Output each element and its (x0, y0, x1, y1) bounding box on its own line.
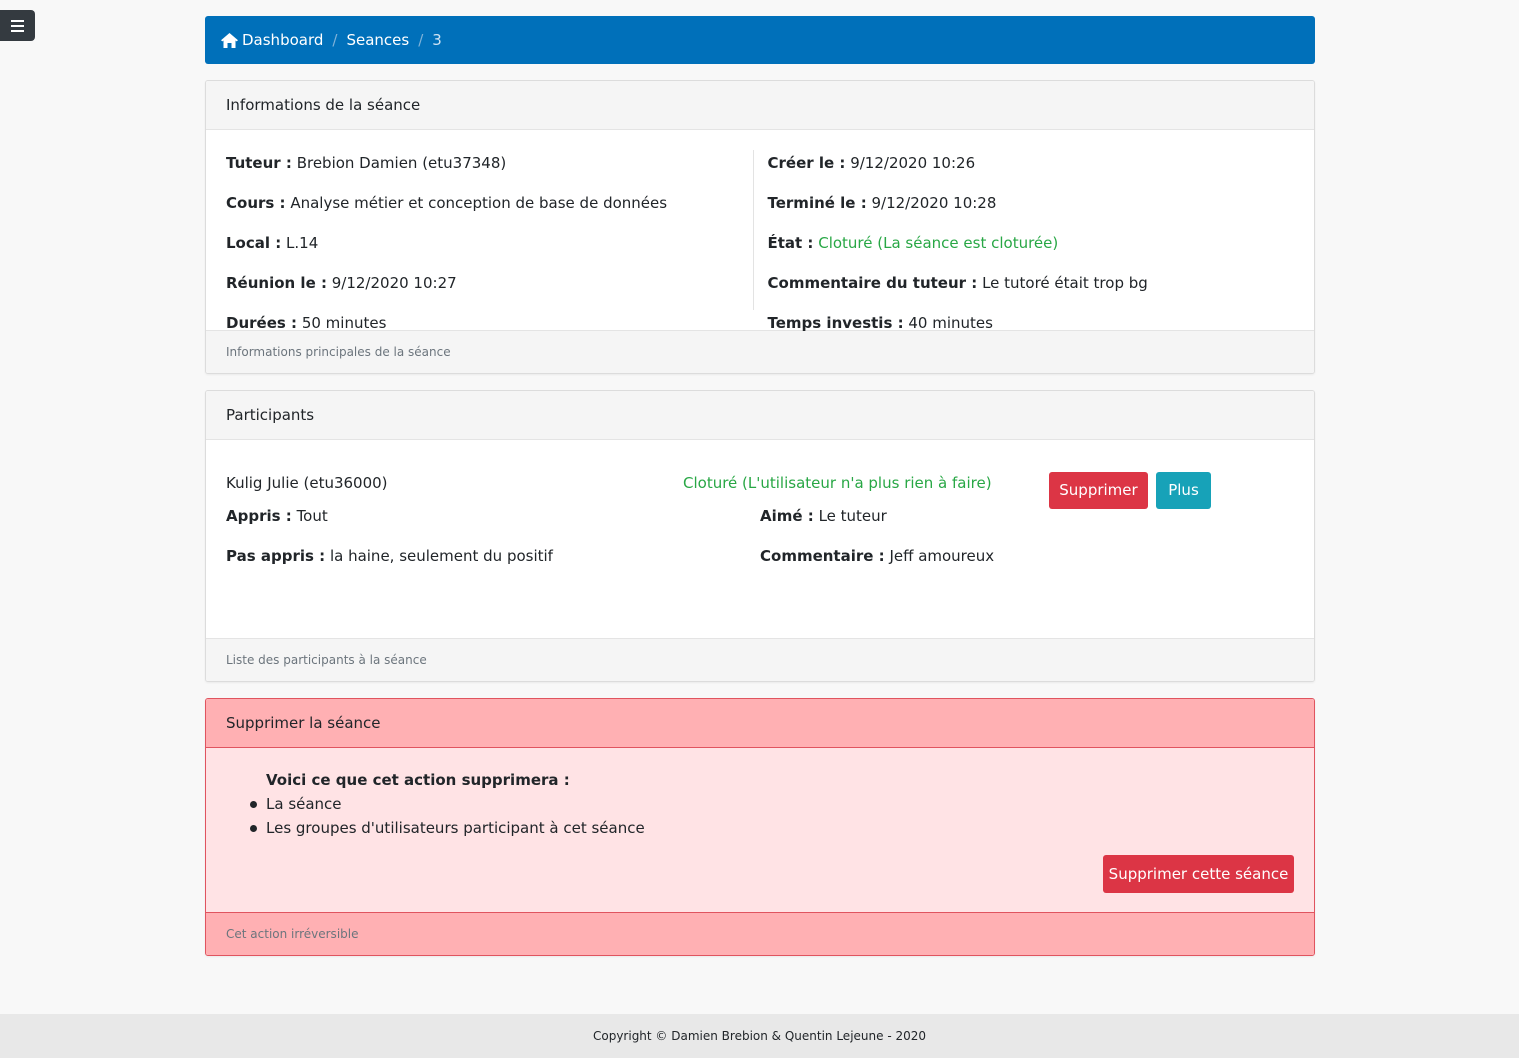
info-value: L.14 (286, 234, 319, 252)
info-value: Analyse métier et conception de base de … (290, 194, 668, 212)
info-row-finished: Terminé le : 9/12/2020 10:28 (768, 190, 1295, 230)
home-icon (221, 32, 238, 48)
info-row-tuteur: Tuteur : Brebion Damien (etu37348) (226, 150, 753, 190)
breadcrumb-separator: / (418, 31, 424, 49)
page-footer: Copyright © Damien Brebion & Quentin Lej… (0, 1014, 1519, 1058)
participant-comment: Commentaire : Jeff amoureux (760, 543, 1294, 583)
info-label: Cours : (226, 194, 286, 212)
info-value: Brebion Damien (etu37348) (296, 154, 507, 172)
breadcrumb-separator: / (332, 31, 338, 49)
info-label: Appris : (226, 507, 292, 525)
info-value: 50 minutes (301, 314, 387, 332)
breadcrumb-dashboard-link[interactable]: Dashboard (242, 31, 323, 49)
info-value: la haine, seulement du positif (329, 547, 553, 565)
info-row-state: État : Cloturé (La séance est cloturée) (768, 230, 1295, 270)
copyright-text: Copyright © Damien Brebion & Quentin Lej… (592, 1029, 927, 1043)
sidebar-toggle-button[interactable] (0, 10, 35, 41)
info-label: État : (767, 234, 814, 252)
info-value: 9/12/2020 10:27 (331, 274, 457, 292)
info-label: Créer le : (767, 154, 846, 172)
info-label: Aimé : (760, 507, 814, 525)
participant-learned: Appris : Tout (226, 503, 760, 543)
participant-name: Kulig Julie (etu36000) (226, 474, 388, 492)
session-info-card: Informations de la séance Tuteur : Brebi… (205, 80, 1315, 374)
participant-entry: Kulig Julie (etu36000) Cloturé (L'utilis… (206, 440, 1314, 638)
info-label: Temps investis : (767, 314, 904, 332)
hamburger-icon (11, 19, 24, 32)
info-row-duree: Durées : 50 minutes (226, 310, 753, 350)
list-item: La séance (250, 792, 1294, 816)
participants-card: Participants Kulig Julie (etu36000) Clot… (205, 390, 1315, 682)
info-row-created: Créer le : 9/12/2020 10:26 (768, 150, 1295, 190)
delete-session-button[interactable]: Supprimer cette séance (1103, 855, 1294, 893)
status-text: Cloturé (La séance est cloturée) (818, 234, 1059, 252)
info-left-column: Tuteur : Brebion Damien (etu37348) Cours… (226, 150, 754, 332)
main-container: Dashboard / Seances / 3 Informations de … (205, 16, 1315, 956)
delete-warning-title: Voici ce que cet action supprimera : (266, 771, 570, 789)
card-header: Participants (206, 391, 1314, 440)
info-value: 9/12/2020 10:28 (871, 194, 997, 212)
info-value: Le tutoré était trop bg (982, 274, 1148, 292)
info-value: 40 minutes (908, 314, 993, 332)
info-row-cours: Cours : Analyse métier et conception de … (226, 190, 753, 230)
delete-items-list: La séance Les groupes d'utilisateurs par… (250, 792, 1294, 840)
info-label: Local : (226, 234, 282, 252)
participant-not-learned: Pas appris : la haine, seulement du posi… (226, 543, 760, 583)
info-right-column: Créer le : 9/12/2020 10:26 Terminé le : … (754, 150, 1295, 332)
info-label: Pas appris : (226, 547, 326, 565)
list-item: Les groupes d'utilisateurs participant à… (250, 816, 1294, 840)
delete-session-card: Supprimer la séance Voici ce que cet act… (205, 698, 1315, 956)
info-row-tutor-comment: Commentaire du tuteur : Le tutoré était … (768, 270, 1295, 310)
participant-status: Cloturé (L'utilisateur n'a plus rien à f… (683, 474, 992, 492)
info-label: Réunion le : (226, 274, 327, 292)
info-value: 9/12/2020 10:26 (850, 154, 976, 172)
info-value: Tout (296, 507, 328, 525)
info-label: Terminé le : (767, 194, 867, 212)
info-row-time-invested: Temps investis : 40 minutes (768, 310, 1295, 350)
breadcrumb: Dashboard / Seances / 3 (205, 16, 1315, 64)
info-label: Commentaire du tuteur : (767, 274, 978, 292)
participant-liked: Aimé : Le tuteur (760, 503, 1294, 543)
info-label: Tuteur : (226, 154, 292, 172)
breadcrumb-seances-link[interactable]: Seances (346, 31, 409, 49)
card-header: Supprimer la séance (206, 699, 1314, 748)
info-value: Jeff amoureux (889, 547, 995, 565)
card-header: Informations de la séance (206, 81, 1314, 130)
info-value: Le tuteur (818, 507, 887, 525)
info-row-local: Local : L.14 (226, 230, 753, 270)
info-label: Commentaire : (760, 547, 885, 565)
info-row-reunion: Réunion le : 9/12/2020 10:27 (226, 270, 753, 310)
breadcrumb-current: 3 (432, 31, 442, 49)
info-label: Durées : (226, 314, 298, 332)
card-footer: Liste des participants à la séance (206, 638, 1314, 681)
card-footer: Cet action irréversible (206, 912, 1314, 955)
